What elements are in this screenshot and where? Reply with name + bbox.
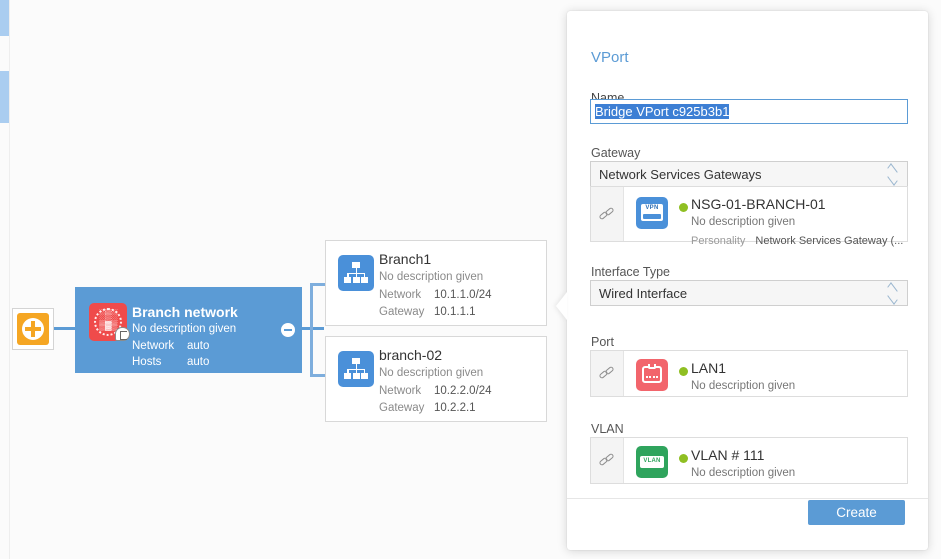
node-attribute-row: Gateway 10.2.2.1 xyxy=(379,402,476,414)
gateway-meta-value: Network Services Gateway (... xyxy=(755,235,904,247)
node-attribute-key: Gateway xyxy=(379,306,425,318)
chain-link-icon[interactable] xyxy=(591,351,624,396)
node-attribute-row: Hosts auto xyxy=(132,356,209,368)
gateway-type-select-value: Network Services Gateways xyxy=(599,167,762,182)
vpn-gateway-icon: VPN xyxy=(636,197,668,229)
vlan-tag-icon: VLAN xyxy=(636,446,668,478)
connector-domain-to-branch-network xyxy=(54,327,76,330)
panel-pointer xyxy=(556,292,567,320)
node-attribute-row: Network auto xyxy=(132,340,209,352)
minus-circle-icon[interactable] xyxy=(281,323,295,337)
left-edge-divider xyxy=(9,0,10,559)
gateway-entity-meta: Personality Network Services Gateway (... xyxy=(691,235,903,247)
node-title: Branch network xyxy=(132,304,238,320)
vlan-entity-description: No description given xyxy=(691,467,796,479)
gateway-entity-title: NSG-01-BRANCH-01 xyxy=(691,196,826,212)
port-label: Port xyxy=(591,335,614,349)
sitemap-icon xyxy=(338,255,374,291)
node-attribute-row: Gateway 10.1.1.1 xyxy=(379,306,476,318)
port-entity-title: LAN1 xyxy=(691,360,727,376)
gateway-entity-description: No description given xyxy=(691,216,796,228)
create-button[interactable]: Create xyxy=(808,500,905,525)
domain-node[interactable] xyxy=(12,308,54,350)
node-title: branch-02 xyxy=(379,347,443,363)
interface-type-select[interactable]: Wired Interface xyxy=(590,280,908,306)
node-attribute-row: Network 10.1.1.0/24 xyxy=(379,289,492,301)
gateway-type-select[interactable]: Network Services Gateways xyxy=(590,161,908,187)
comment-badge-icon xyxy=(115,327,130,341)
interface-type-label: Interface Type xyxy=(591,265,670,279)
gateway-meta-key: Personality xyxy=(691,235,746,247)
gateway-entity-row[interactable]: VPN NSG-01-BRANCH-01 No description give… xyxy=(590,186,908,247)
connector-branch-network-stub xyxy=(302,327,324,330)
node-attribute-row: Network 10.2.2.0/24 xyxy=(379,385,492,397)
node-description: No description given xyxy=(379,367,484,379)
spinner-updown-icon xyxy=(887,163,898,186)
node-attribute-key: Hosts xyxy=(132,356,162,368)
spinner-updown-icon xyxy=(887,282,898,305)
vlan-entity-title: VLAN # 111 xyxy=(691,447,765,463)
interface-type-select-value: Wired Interface xyxy=(599,286,688,301)
domain-router-icon xyxy=(17,313,49,345)
node-attribute-value: 10.2.2.0/24 xyxy=(434,385,492,397)
status-badge xyxy=(679,203,688,212)
node-attribute-value: 10.1.1.0/24 xyxy=(434,289,492,301)
connector-trunk-vertical xyxy=(310,283,313,376)
vlan-entity-row[interactable]: VLAN VLAN # 111 No description given xyxy=(590,437,908,484)
lan-port-icon xyxy=(636,359,668,391)
node-attribute-key: Gateway xyxy=(379,402,425,414)
panel-title: VPort xyxy=(591,49,629,66)
node-attribute-value: auto xyxy=(187,356,210,368)
node-attribute-key: Network xyxy=(379,385,422,397)
node-attribute-key: Network xyxy=(379,289,422,301)
node-branch-network[interactable]: ░▒░ ▒▓▒ Branch network No description giv… xyxy=(75,287,302,373)
left-edge-marker-top xyxy=(0,0,9,36)
status-badge xyxy=(679,367,688,376)
chain-link-icon[interactable] xyxy=(591,438,624,483)
connector-to-branch-2 xyxy=(310,374,326,377)
node-attribute-value: 10.1.1.1 xyxy=(434,306,476,318)
gateway-label: Gateway xyxy=(591,146,641,160)
node-description: No description given xyxy=(379,271,484,283)
port-entity-row[interactable]: LAN1 No description given xyxy=(590,350,908,397)
node-attribute-key: Network xyxy=(132,340,175,352)
node-description: No description given xyxy=(132,323,237,335)
port-entity-description: No description given xyxy=(691,380,796,392)
node-title: Branch1 xyxy=(379,251,432,267)
status-badge xyxy=(679,454,688,463)
node-attribute-value: auto xyxy=(187,340,210,352)
connector-to-branch-1 xyxy=(310,283,326,286)
node-branch-2[interactable]: branch-02 No description given Network 10… xyxy=(325,336,547,422)
sitemap-icon xyxy=(338,351,374,387)
node-attribute-value: 10.2.2.1 xyxy=(434,402,476,414)
vlan-label: VLAN xyxy=(591,422,624,436)
left-edge-marker-bottom xyxy=(0,71,9,123)
chain-link-icon[interactable] xyxy=(591,187,624,241)
panel-footer-divider xyxy=(567,498,928,499)
vport-name-input[interactable] xyxy=(590,99,908,124)
node-branch-1[interactable]: Branch1 No description given Network 10.1… xyxy=(325,240,547,326)
subnet-network-icon: ░▒░ ▒▓▒ xyxy=(89,303,130,341)
